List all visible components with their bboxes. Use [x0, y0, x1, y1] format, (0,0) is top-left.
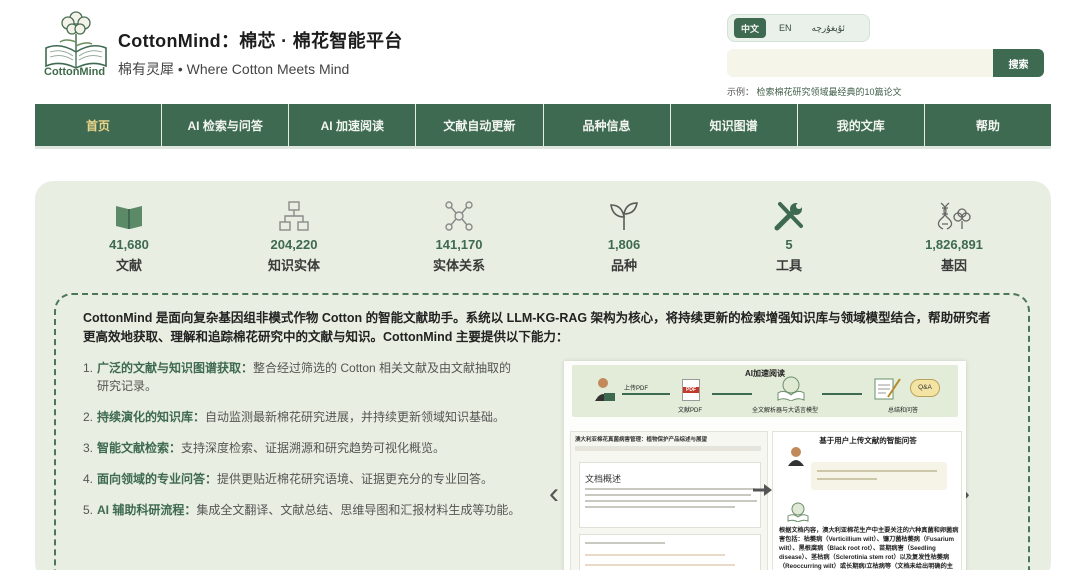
stat-number: 1,806 — [607, 237, 641, 252]
carousel-prev-button[interactable]: ‹ — [549, 479, 559, 509]
arrow-icon — [712, 393, 752, 395]
lang-option-chinese[interactable]: 中文 — [734, 18, 767, 38]
stat-number: 1,826,891 — [925, 237, 983, 252]
list-item: 3. 智能文献检索：支持深度检索、证据溯源和研究趋势可视化概览。 — [83, 441, 446, 455]
list-item: 4. 面向领域的专业问答：提供更贴近棉花研究语境、证据更充分的专业回答。 — [83, 472, 494, 486]
site-title[interactable]: CottonMind：棉芯 · 棉花智能平台 — [118, 27, 403, 53]
step-upload-label: 上传PDF — [624, 386, 649, 392]
qa-pane-preview: 基于用户上传文献的智能问答 根据文档内容，澳大利亚棉花生产中主要关注的六种真菌和… — [772, 431, 962, 570]
nav-ai-reading[interactable]: AI 加速阅读 — [289, 104, 417, 146]
stat-relations[interactable]: 141,170 实体关系 — [394, 199, 524, 274]
network-icon — [445, 201, 473, 231]
qa-bubble-icon: Q&A — [910, 379, 940, 397]
qa-answer-text: 根据文档内容，澳大利亚棉花生产中主要关注的六种真菌和卵菌病害包括：枯萎病（Ver… — [779, 527, 959, 570]
nav-my-library[interactable]: 我的文库 — [798, 104, 925, 146]
stat-number: 141,170 — [435, 237, 483, 252]
lang-option-uyghur[interactable]: ئۇيغۇرچە — [805, 18, 852, 38]
stat-genes[interactable]: 1,826,891 基因 — [889, 199, 1019, 274]
stat-label: 文献 — [115, 258, 142, 273]
book-icon — [116, 206, 142, 229]
nav-ai-search-qa[interactable]: AI 检索与问答 — [162, 104, 290, 146]
stats-bar: 41,680 文献 204,220 知识实体 141,170 实体关系 1,80… — [35, 199, 1051, 279]
step-parse-label: 全文解析器与大语言模型 — [752, 408, 819, 414]
paper-title: 澳大利亚棉花真菌病害管理：植物保护产品综述与展望 — [575, 437, 708, 443]
nav-help[interactable]: 帮助 — [925, 104, 1051, 146]
main-nav: 首页 AI 检索与问答 AI 加速阅读 文献自动更新 品种信息 知识图谱 我的文… — [35, 104, 1051, 146]
stat-number: 41,680 — [109, 237, 149, 252]
search-example: 示例： 检索棉花研究领域最经典的10篇论文 — [727, 85, 902, 98]
overview-panel: 41,680 文献 204,220 知识实体 141,170 实体关系 1,80… — [35, 181, 1051, 570]
search-button[interactable]: 搜索 — [993, 49, 1044, 77]
stat-tools[interactable]: 5 工具 — [724, 199, 854, 274]
arrow-right-icon — [753, 484, 772, 496]
qa-title: 基于用户上传文献的智能问答 — [819, 436, 917, 445]
stat-varieties[interactable]: 1,806 品种 — [559, 199, 689, 274]
reader-pane-preview: 澳大利亚棉花真菌病害管理：植物保护产品综述与展望 文档概述 — [570, 431, 768, 570]
notes-icon — [874, 378, 901, 400]
language-switcher: 中文 EN ئۇيغۇرچە — [727, 14, 870, 42]
search-input[interactable] — [727, 49, 993, 77]
open-book-icon — [777, 376, 805, 401]
site-subtitle: 棉有灵犀 • Where Cotton Meets Mind — [118, 61, 350, 77]
stat-number: 5 — [785, 237, 793, 252]
arrow-icon — [622, 393, 670, 395]
dna-cotton-icon — [937, 202, 971, 230]
nav-auto-update[interactable]: 文献自动更新 — [416, 104, 544, 146]
stat-label: 工具 — [775, 258, 802, 273]
stat-label: 基因 — [940, 258, 967, 273]
tools-icon — [774, 202, 803, 231]
intro-text: CottonMind 是面向复杂基因组非模式作物 Cotton 的智能文献助手。… — [83, 311, 991, 344]
sprout-icon — [610, 202, 638, 230]
user-computer-icon — [595, 378, 615, 401]
nav-varieties[interactable]: 品种信息 — [544, 104, 671, 146]
doc-overview-heading: 文档概述 — [585, 474, 622, 484]
example-query-link[interactable]: 检索棉花研究领域最经典的10篇论文 — [757, 87, 902, 97]
user-avatar-icon — [788, 447, 804, 466]
pdf-icon: PDF — [682, 379, 700, 401]
list-item: 5. AI 辅助科研流程：集成全文翻译、文献总结、思维导图和汇报材料生成等功能。 — [83, 503, 521, 517]
stat-entities[interactable]: 204,220 知识实体 — [229, 199, 359, 274]
lang-option-english[interactable]: EN — [772, 18, 799, 38]
stat-label: 知识实体 — [267, 258, 320, 273]
stat-number: 204,220 — [270, 237, 318, 252]
list-item: 1. 广泛的文献与知识图谱获取：整合经过筛选的 Cotton 相关文献及由文献抽取… — [83, 361, 512, 393]
hierarchy-icon — [279, 201, 309, 231]
nav-home[interactable]: 首页 — [35, 104, 163, 146]
workflow-diagram: AI加速阅读 上传PDF PDF 文献PDF 全文解析器与大语言模型 Q&A 总… — [572, 365, 958, 417]
step-pdf-label: 文献PDF — [678, 408, 703, 414]
example-prefix: 示例： — [727, 87, 755, 97]
step-output-label: 总结和问答 — [888, 408, 919, 414]
stat-label: 品种 — [610, 258, 637, 273]
logo-wordmark: CottonMind — [44, 66, 106, 78]
ai-book-icon — [787, 502, 809, 522]
stat-literature[interactable]: 41,680 文献 — [64, 199, 194, 274]
feature-list: 1. 广泛的文献与知识图谱获取：整合经过筛选的 Cotton 相关文献及由文献抽取… — [83, 359, 523, 532]
stat-label: 实体关系 — [432, 258, 485, 273]
carousel-slide-image: AI加速阅读 上传PDF PDF 文献PDF 全文解析器与大语言模型 Q&A 总… — [564, 361, 966, 570]
nav-knowledge-graph[interactable]: 知识图谱 — [671, 104, 798, 146]
arrow-icon — [822, 393, 862, 395]
list-item: 2. 持续演化的知识库：自动监测最新棉花研究进展，并持续更新领域知识基础。 — [83, 410, 506, 424]
